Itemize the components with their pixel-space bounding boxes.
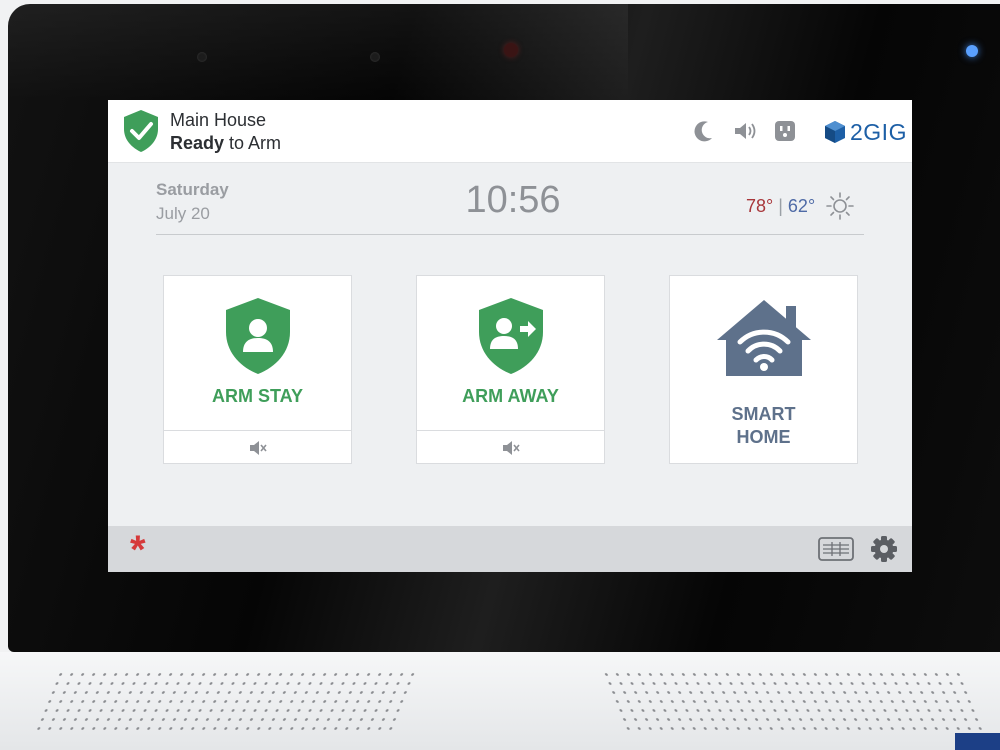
mute-icon	[249, 441, 267, 455]
outlet-icon[interactable]	[774, 120, 796, 142]
temp-separator: |	[778, 195, 783, 216]
front-sensor-middle	[370, 52, 380, 62]
bottom-toolbar: *	[108, 526, 912, 572]
temp-low: 62°	[787, 195, 816, 216]
ready-shield-icon	[124, 110, 158, 152]
shield-person-arrow-icon	[479, 298, 543, 374]
arm-status: Ready to Arm	[170, 133, 281, 154]
gear-icon[interactable]	[870, 535, 898, 563]
status-bar: Main House Ready to Arm 2GIG	[108, 100, 912, 163]
brand-name: 2GIG	[850, 118, 907, 145]
brand-logo: 2GIG	[824, 118, 907, 146]
front-sensor-left	[197, 52, 207, 62]
header-divider	[156, 234, 864, 235]
wifi-house-icon	[717, 300, 811, 376]
temp-high: 78°	[746, 195, 774, 216]
arm-away-label: ARM AWAY	[462, 386, 559, 406]
weather-widget[interactable]: 78° | 62°	[746, 191, 855, 221]
camera-led	[504, 43, 518, 57]
date: July 20	[156, 204, 210, 223]
smart-home-label-line2: HOME	[736, 427, 791, 447]
arm-stay-tile[interactable]: ARM STAY	[163, 275, 352, 464]
smart-home-label-line1: SMART	[731, 404, 796, 424]
sun-icon	[826, 192, 854, 220]
arm-status-bold: Ready	[170, 133, 225, 153]
arm-stay-label: ARM STAY	[211, 386, 303, 406]
weekday: Saturday	[156, 180, 229, 199]
arm-status-rest: to Arm	[224, 133, 282, 153]
bezel-gloss	[8, 4, 628, 100]
emergency-asterisk-icon[interactable]: *	[130, 530, 146, 570]
speaker-icon[interactable]	[732, 120, 758, 142]
speaker-grille-right	[599, 670, 985, 734]
smart-home-tile[interactable]: SMART HOME	[669, 275, 858, 464]
mute-icon	[502, 441, 520, 455]
location-name: Main House	[170, 110, 267, 130]
clock: 10:56	[465, 179, 561, 221]
shield-person-icon	[226, 298, 290, 374]
control-panel-device: Main House Ready to Arm 2GIG Saturday Ju…	[0, 0, 1000, 750]
keypad-icon[interactable]	[818, 537, 854, 561]
moon-icon[interactable]	[694, 120, 714, 142]
status-led	[966, 45, 978, 57]
brand-cube-icon	[825, 121, 845, 143]
arm-away-mute-toggle[interactable]	[417, 430, 604, 465]
speaker-grille-left	[31, 670, 417, 734]
arm-stay-mute-toggle[interactable]	[164, 430, 351, 465]
touch-screen: Main House Ready to Arm 2GIG Saturday Ju…	[108, 100, 912, 572]
corner-badge	[955, 733, 1000, 750]
arm-away-tile[interactable]: ARM AWAY	[416, 275, 605, 464]
